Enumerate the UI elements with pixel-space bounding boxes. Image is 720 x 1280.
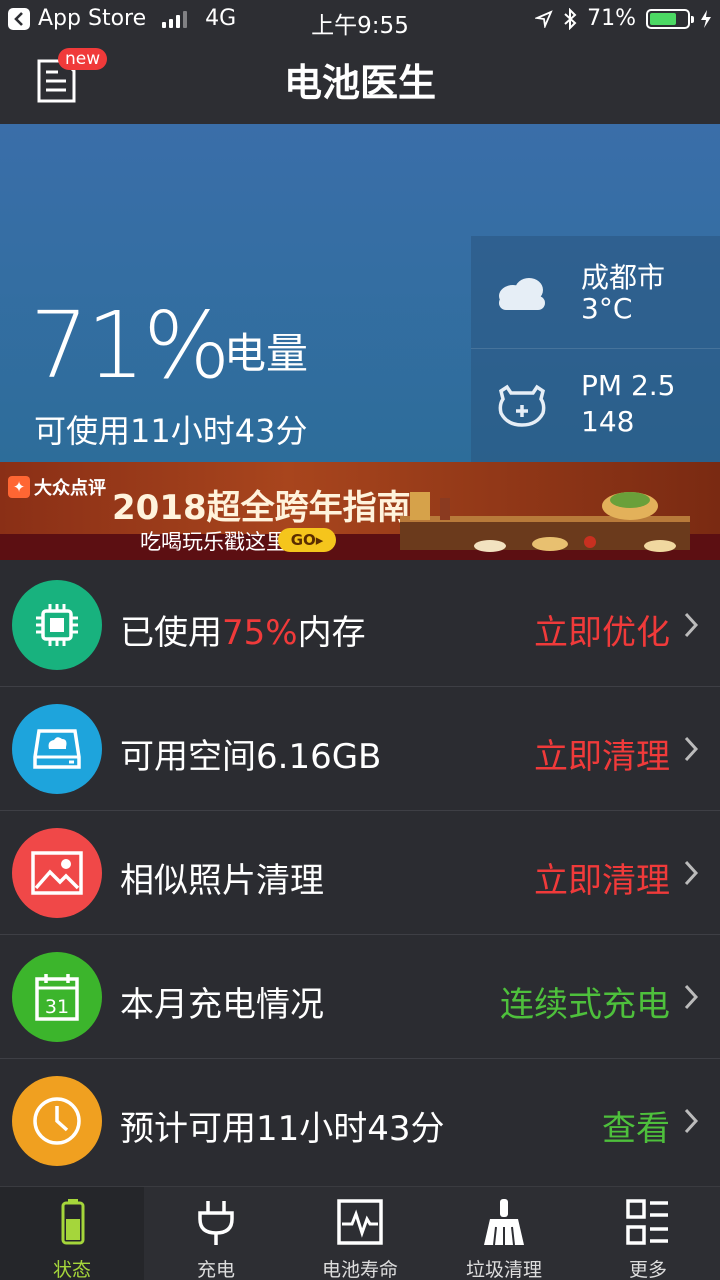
banner-subtitle: 吃喝玩乐戳这里 — [140, 530, 287, 554]
tab-label: 充电 — [196, 1259, 235, 1280]
tab-bar: 状态 充电 电池寿命 垃圾清理 更多 — [0, 1186, 720, 1280]
air-quality-row[interactable]: PM 2.5 148 — [471, 348, 720, 460]
tab-label: 电池寿命 — [321, 1259, 398, 1280]
top-bar: App Store 4G 上午9:55 71% new 电池医生 — [0, 0, 720, 124]
weather-temp: 3°C — [581, 292, 633, 325]
status-right: 71% — [535, 6, 712, 31]
pm-label: PM 2.5 — [581, 369, 676, 402]
row-label: 已使用75%内存 — [120, 613, 366, 653]
tab-status[interactable]: 状态 — [0, 1187, 144, 1280]
charging-bolt-icon — [701, 9, 711, 28]
calendar-icon: 31 — [12, 952, 102, 1042]
broom-icon — [484, 1199, 524, 1246]
remaining-time: 可使用11小时43分 — [34, 412, 308, 450]
heartbeat-monitor-icon — [337, 1199, 383, 1245]
svg-text:31: 31 — [45, 996, 69, 1018]
tab-label: 更多 — [628, 1259, 667, 1280]
grid-list-icon — [626, 1199, 668, 1245]
promo-banner[interactable]: ✦ 大众点评 2018超全跨年指南 吃喝玩乐戳这里 GO▸ — [0, 462, 720, 560]
pm-value: 148 — [581, 405, 635, 438]
brand-logo: ✦ 大众点评 — [8, 474, 106, 500]
info-panel: 成都市 3°C PM 2.5 148 — [471, 236, 720, 462]
chevron-right-icon — [684, 860, 699, 886]
chevron-right-icon — [684, 736, 699, 762]
row-label: 可用空间6.16GB — [120, 737, 382, 777]
battery-percentage: 71% — [30, 292, 230, 399]
location-arrow-icon — [535, 9, 553, 28]
banner-go-button[interactable]: GO▸ — [278, 528, 336, 552]
page-title: 电池医生 — [283, 61, 436, 105]
tab-junk-clean[interactable]: 垃圾清理 — [432, 1187, 576, 1280]
weather-city: 成都市 — [581, 261, 666, 294]
weather-row[interactable]: 成都市 3°C — [471, 236, 720, 348]
dianping-logo-icon: ✦ — [8, 476, 30, 498]
chevron-right-icon — [684, 612, 699, 638]
plug-icon — [198, 1201, 234, 1245]
tab-more[interactable]: 更多 — [576, 1187, 720, 1280]
chip-icon — [12, 580, 102, 670]
chevron-right-icon — [684, 984, 699, 1010]
continuous-charge-action[interactable]: 连续式充电 — [500, 977, 670, 1026]
tab-label: 状态 — [52, 1259, 91, 1280]
feature-list: 已使用75%内存 立即优化 可用空间6.16GB 立即清理 相似照片清理 立即清… — [0, 563, 720, 1183]
charging-month-row[interactable]: 31 本月充电情况 连续式充电 — [0, 935, 720, 1059]
pollution-mask-icon — [498, 384, 546, 427]
banner-title: 2018超全跨年指南 — [112, 488, 411, 528]
chevron-right-icon — [684, 1108, 699, 1134]
battery-hero: 71% 电量 可使用11小时43分 成都市 3°C PM 2.5 148 — [0, 124, 720, 462]
row-label: 预计可用11小时43分 — [120, 1109, 445, 1149]
row-label: 相似照片清理 — [120, 861, 324, 901]
storage-cloud-icon — [12, 704, 102, 794]
battery-label: 电量 — [224, 329, 309, 378]
clock-icon — [12, 1076, 102, 1166]
battery-icon — [646, 8, 694, 29]
tab-label: 垃圾清理 — [465, 1259, 542, 1280]
battery-status-icon — [61, 1199, 85, 1245]
battery-percent: 71% — [587, 6, 636, 31]
tab-battery-life[interactable]: 电池寿命 — [288, 1187, 432, 1280]
photo-icon — [12, 828, 102, 918]
cloud-icon — [499, 278, 545, 310]
status-bar: App Store 4G 上午9:55 71% — [0, 0, 720, 40]
storage-row[interactable]: 可用空间6.16GB 立即清理 — [0, 687, 720, 811]
view-action[interactable]: 查看 — [602, 1101, 670, 1150]
clean-storage-action[interactable]: 立即清理 — [534, 729, 670, 778]
tab-charge[interactable]: 充电 — [144, 1187, 288, 1280]
memory-row[interactable]: 已使用75%内存 立即优化 — [0, 563, 720, 687]
row-label: 本月充电情况 — [120, 985, 324, 1025]
food-table-illustration — [400, 492, 690, 552]
similar-photos-row[interactable]: 相似照片清理 立即清理 — [0, 811, 720, 935]
bluetooth-icon — [564, 7, 577, 30]
optimize-action[interactable]: 立即优化 — [534, 605, 670, 654]
clean-photos-action[interactable]: 立即清理 — [534, 853, 670, 902]
estimated-time-row[interactable]: 预计可用11小时43分 查看 — [0, 1059, 720, 1183]
brand-name: 大众点评 — [34, 478, 106, 499]
